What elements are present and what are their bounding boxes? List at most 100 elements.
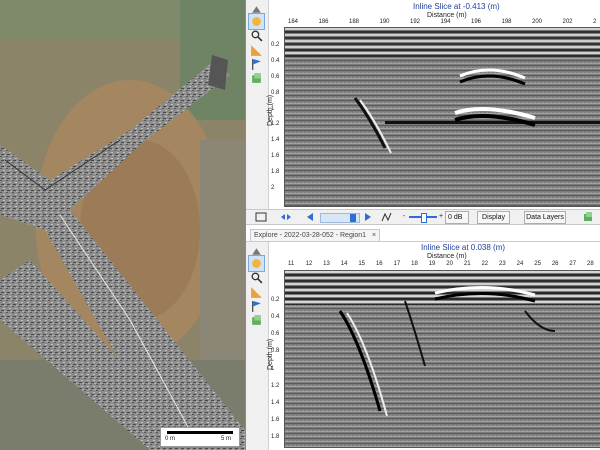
bottom-y-tick-label: 0.2 [271, 297, 280, 303]
top-y-tick-label: 0.2 [271, 42, 280, 48]
measure-tool-button[interactable] [249, 43, 264, 58]
measure-tool-button[interactable] [249, 285, 264, 300]
bottom-y-tick-label: 0.6 [271, 331, 280, 338]
bottom-x-tick-label: 14 [340, 261, 348, 267]
top-x-tick-label: 2 [593, 19, 597, 25]
arrow-right-icon[interactable] [360, 211, 372, 223]
bottom-x-tick-label: 23 [499, 261, 506, 267]
layers-icon [252, 73, 261, 83]
map-view[interactable]: 0 m 5 m [0, 0, 246, 450]
scale-start-label: 0 m [165, 436, 176, 442]
spectrum-icon[interactable] [381, 211, 393, 223]
layers-icon [252, 315, 261, 325]
top-y-tick-label: 0.4 [271, 57, 280, 64]
top-radargram-image [285, 28, 600, 206]
top-x-axis-label: Distance (m) [427, 12, 467, 19]
bottom-y-tick-label: 1.2 [271, 382, 280, 389]
top-tool-sidebar [246, 0, 269, 209]
bottom-tool-sidebar [246, 242, 269, 450]
bottom-x-tick-label: 28 [587, 261, 594, 267]
flag-icon [252, 301, 261, 312]
bottom-x-tick-label: 11 [288, 261, 295, 267]
swap-arrows-icon[interactable] [280, 211, 292, 223]
tab-explore-region1[interactable]: Explore - 2022-03-28-052 - Region1 × [250, 229, 381, 241]
bottom-y-tick-label: 1.8 [271, 434, 280, 440]
gain-value-field[interactable]: 0 dB [445, 211, 469, 224]
zoom-icon [251, 30, 263, 42]
bottom-x-tick-label: 22 [481, 261, 489, 267]
pan-hand-icon [252, 17, 261, 26]
top-x-tick-label: 198 [501, 19, 512, 25]
bottom-x-tick-label: 20 [446, 261, 453, 267]
layers-tool-button[interactable] [249, 313, 264, 328]
flag-tool-button[interactable] [249, 57, 264, 72]
bottom-radar-profile[interactable] [284, 270, 600, 448]
top-plot-title: Inline Slice at -0.413 (m) [413, 2, 500, 11]
flag-icon [252, 59, 261, 70]
gain-minus[interactable]: - [403, 213, 405, 220]
bottom-y-tick-label: 0.8 [271, 348, 280, 355]
window-icon[interactable] [255, 211, 267, 223]
ruler-icon [251, 45, 262, 56]
gain-slider[interactable] [409, 213, 437, 223]
top-x-tick-label: 188 [349, 19, 360, 25]
top-y-tick-label: 1.8 [271, 169, 280, 176]
bottom-x-tick-label: 12 [305, 261, 313, 267]
scale-end-label: 5 m [221, 436, 232, 442]
bottom-x-tick-label: 25 [534, 261, 541, 267]
tab-close-icon[interactable]: × [372, 232, 376, 239]
tab-label: Explore - 2022-03-28-052 - Region1 [254, 232, 367, 239]
top-x-tick-label: 194 [440, 19, 451, 25]
profile-scrollbar[interactable] [320, 213, 360, 223]
bottom-y-tick-label: 0.4 [271, 314, 280, 321]
top-x-tick-label: 196 [471, 19, 482, 25]
bottom-x-tick-label: 26 [551, 261, 559, 267]
document-tab-bar: Explore - 2022-03-28-052 - Region1 × [246, 228, 600, 242]
bottom-x-tick-label: 17 [393, 261, 401, 267]
top-x-tick-label: 190 [379, 19, 390, 25]
top-y-tick-label: 1.6 [271, 153, 280, 160]
bottom-x-tick-label: 21 [463, 261, 471, 267]
bottom-x-tick-label: 18 [411, 261, 418, 267]
profile-toolbar: - + 0 dB Display Data Layers [246, 209, 600, 225]
gain-plus[interactable]: + [439, 213, 443, 220]
top-y-tick-label: 0.8 [271, 89, 280, 96]
zoom-tool-button[interactable] [249, 270, 264, 285]
zoom-icon [251, 272, 263, 284]
aerial-map-image [0, 0, 245, 450]
top-y-tick-label: 1.4 [271, 137, 280, 144]
map-scale-bar: 0 m 5 m [160, 427, 240, 447]
top-x-tick-label: 184 [288, 19, 299, 25]
bottom-radargram-image [285, 271, 600, 447]
top-radar-profile[interactable] [284, 27, 600, 207]
top-y-tick-label: 1.2 [271, 121, 280, 128]
bottom-x-tick-label: 13 [323, 261, 330, 267]
top-x-tick-label: 200 [532, 19, 543, 25]
zoom-tool-button[interactable] [249, 28, 264, 43]
ruler-icon [251, 287, 262, 298]
top-x-tick-label: 202 [562, 19, 573, 25]
bottom-x-tick-label: 16 [375, 261, 383, 267]
bottom-x-tick-label: 24 [516, 261, 524, 267]
pan-hand-icon [252, 259, 261, 268]
bottom-x-tick-label: 15 [358, 261, 366, 267]
radar-panels: Inline Slice at -0.413 (m) Distance (m) … [246, 0, 600, 450]
layers-icon[interactable] [582, 211, 594, 223]
bottom-y-tick-label: 1 [271, 365, 275, 372]
bottom-x-axis-label: Distance (m) [427, 253, 467, 260]
bottom-x-tick-label: 27 [569, 261, 577, 267]
top-y-tick-label: 0.6 [271, 73, 280, 80]
layers-tool-button[interactable] [249, 71, 264, 86]
arrow-left-icon[interactable] [306, 211, 318, 223]
top-x-tick-label: 192 [410, 19, 421, 25]
top-y-tick-label: 1 [271, 105, 275, 112]
bottom-x-tick-label: 19 [428, 261, 436, 267]
bottom-y-tick-label: 1.6 [271, 416, 280, 423]
data-layers-button[interactable]: Data Layers [524, 211, 566, 224]
top-y-tick-label: 2 [271, 185, 275, 191]
bottom-y-tick-label: 1.4 [271, 399, 280, 406]
top-x-tick-label: 186 [318, 19, 329, 25]
bottom-plot-title: Inline Slice at 0.038 (m) [421, 243, 506, 252]
flag-tool-button[interactable] [249, 299, 264, 314]
display-button[interactable]: Display [477, 211, 510, 224]
